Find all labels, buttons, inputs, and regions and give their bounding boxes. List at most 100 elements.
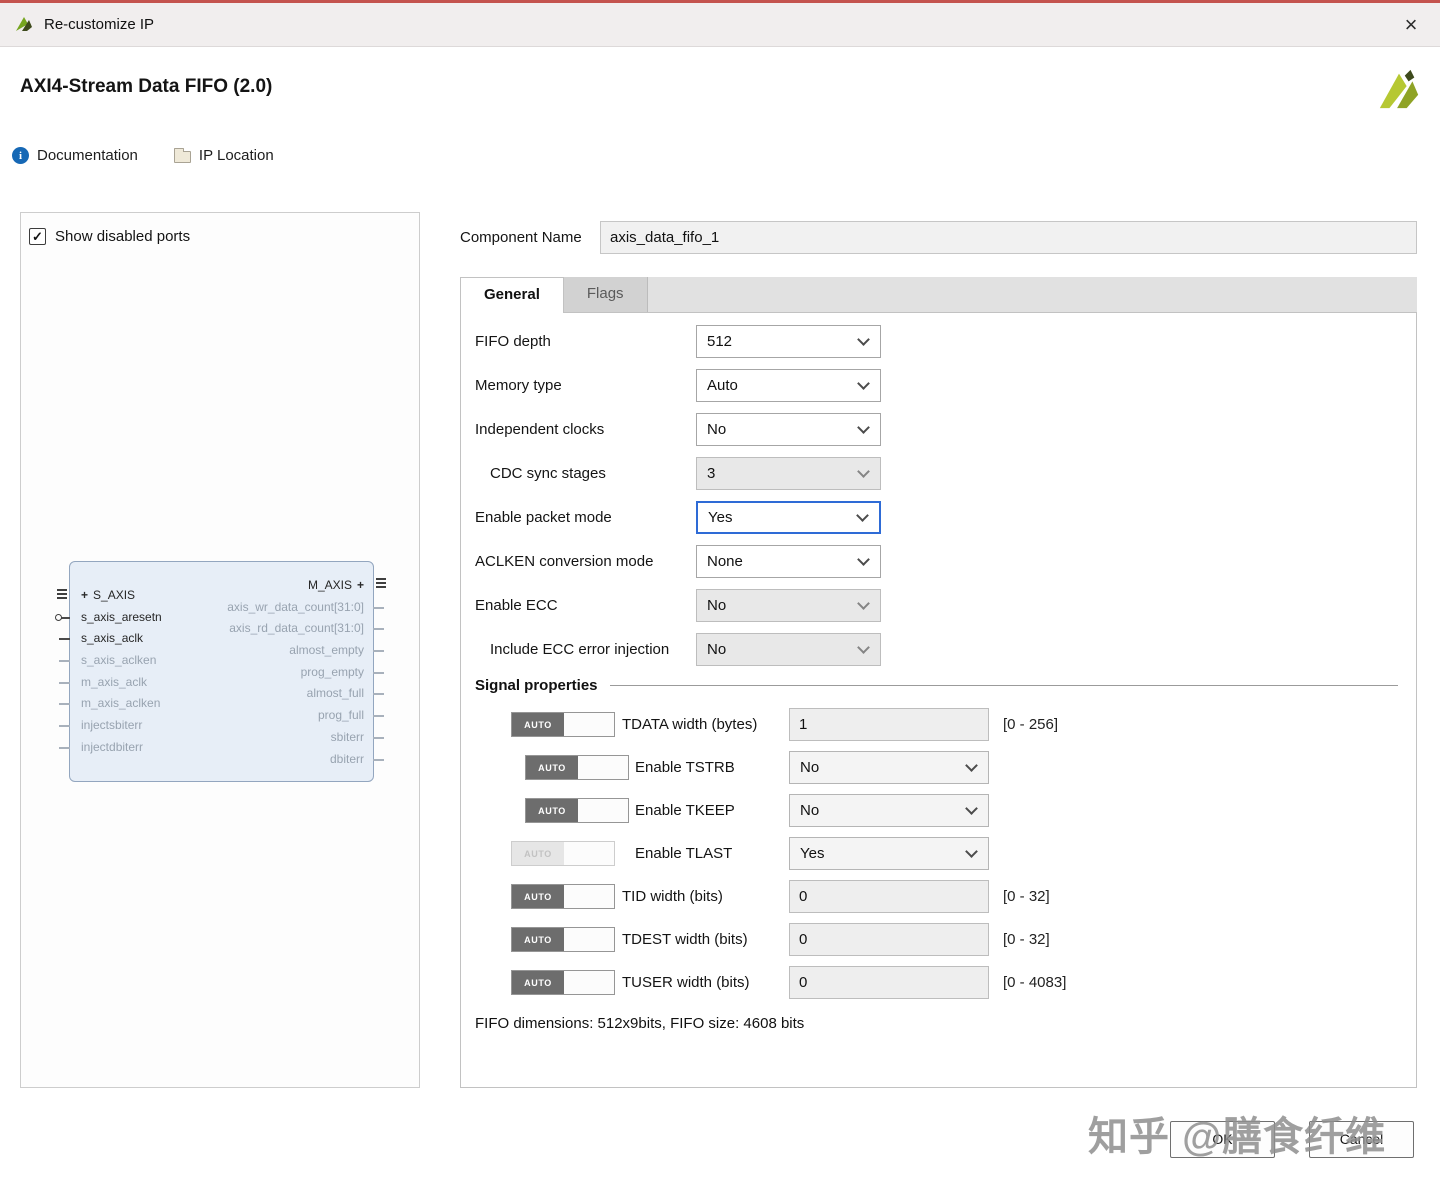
port-s-axis-aclken: s_axis_aclken: [59, 650, 162, 672]
port-almost-empty: almost_empty: [227, 640, 384, 662]
port-label: injectdbiterr: [81, 739, 144, 754]
component-name-row: Component Name: [460, 220, 1417, 254]
tdest-width-input[interactable]: [789, 923, 989, 956]
port-m-axis-aclken: m_axis_aclken: [59, 693, 162, 715]
chevron-down-icon: [857, 376, 870, 390]
tdata-width-range: [0 - 256]: [1003, 716, 1059, 733]
tid-auto-toggle[interactable]: AUTO: [511, 884, 615, 909]
expand-s-axis-icon[interactable]: +: [81, 588, 88, 602]
toolbar-links: i Documentation IP Location: [12, 147, 274, 164]
auto-toggle-label: AUTO: [512, 842, 564, 865]
aclken-conversion-mode-value: None: [707, 553, 743, 570]
fifo-dimensions-text: FIFO dimensions: 512x9bits, FIFO size: 4…: [475, 1015, 805, 1032]
port-s-axis: + S_AXIS: [81, 585, 162, 607]
include-ecc-error-injection-value: No: [707, 641, 727, 658]
tdest-width-label: TDEST width (bits): [622, 931, 748, 948]
show-disabled-ports-label: Show disabled ports: [55, 228, 191, 245]
tdest-auto-toggle[interactable]: AUTO: [511, 927, 615, 952]
tuser-width-range: [0 - 4083]: [1003, 974, 1067, 991]
tuser-width-label: TUSER width (bits): [622, 974, 750, 991]
row-enable-tlast: AUTO Enable TLAST Yes: [475, 837, 1398, 870]
row-enable-tkeep: AUTO Enable TKEEP No: [475, 794, 1398, 827]
port-m-axis-aclk: m_axis_aclk: [59, 672, 162, 694]
tdata-auto-toggle[interactable]: AUTO: [511, 712, 615, 737]
port-label: m_axis_aclken: [81, 696, 161, 711]
ok-button[interactable]: OK: [1170, 1121, 1275, 1158]
port-axis-rd-data-count: axis_rd_data_count[31:0]: [227, 618, 384, 640]
enable-tlast-select[interactable]: Yes: [789, 837, 989, 870]
chevron-down-icon: [857, 640, 870, 654]
port-label: injectsbiterr: [81, 718, 143, 733]
port-label: S_AXIS: [93, 588, 136, 602]
independent-clocks-select[interactable]: No: [696, 413, 881, 446]
tdata-width-input[interactable]: [789, 708, 989, 741]
row-tuser-width: AUTO TUSER width (bits) [0 - 4083]: [475, 966, 1398, 999]
fifo-depth-select[interactable]: 512: [696, 325, 881, 358]
chevron-down-icon: [857, 420, 870, 434]
chevron-down-icon: [965, 801, 978, 815]
component-name-input[interactable]: [600, 220, 1417, 254]
port-label: s_axis_aresetn: [81, 609, 162, 624]
ip-location-button[interactable]: IP Location: [173, 147, 274, 164]
cdc-sync-stages-select: 3: [696, 457, 881, 490]
enable-tstrb-select[interactable]: No: [789, 751, 989, 784]
tid-width-range: [0 - 32]: [1003, 888, 1050, 905]
tuser-width-input[interactable]: [789, 966, 989, 999]
field-fifo-depth: FIFO depth 512: [475, 325, 1398, 358]
port-label: prog_empty: [300, 664, 364, 679]
chevron-down-icon: [965, 844, 978, 858]
divider: [609, 685, 1398, 686]
aclken-conversion-mode-label: ACLKEN conversion mode: [475, 553, 654, 570]
chevron-down-icon: [857, 596, 870, 610]
port-sbiterr: sbiterr: [227, 727, 384, 749]
fifo-depth-value: 512: [707, 333, 733, 350]
tab-general[interactable]: General: [460, 277, 564, 313]
enable-tkeep-select[interactable]: No: [789, 794, 989, 827]
ip-block-symbol: + S_AXIS s_axis_aresetn s_axis_aclk s_axi…: [55, 561, 386, 782]
field-include-ecc-error-injection: Include ECC error injection No: [475, 633, 1398, 666]
auto-toggle-label: AUTO: [512, 971, 564, 994]
aclken-conversion-mode-select[interactable]: None: [696, 545, 881, 578]
tstrb-auto-toggle[interactable]: AUTO: [525, 755, 629, 780]
auto-toggle-label: AUTO: [512, 885, 564, 908]
port-label: almost_empty: [289, 643, 364, 658]
cancel-button[interactable]: Cancel: [1309, 1121, 1414, 1158]
right-ports-list: M_AXIS + axis_wr_data_count[31:0] axis_rd…: [227, 575, 384, 770]
enable-tlast-label: Enable TLAST: [635, 845, 733, 862]
port-label: s_axis_aclken: [81, 653, 157, 668]
documentation-button[interactable]: i Documentation: [12, 147, 138, 164]
port-label: prog_full: [317, 708, 364, 723]
enable-tkeep-value: No: [800, 802, 820, 819]
chevron-down-icon: [857, 464, 870, 478]
auto-toggle-slot: [578, 756, 628, 779]
port-label: dbiterr: [329, 751, 364, 766]
signal-properties-title: Signal properties: [475, 677, 598, 694]
tab-flags[interactable]: Flags: [563, 277, 648, 312]
row-tdest-width: AUTO TDEST width (bits) [0 - 32]: [475, 923, 1398, 956]
title-bar: Re-customize IP ×: [0, 3, 1440, 47]
row-enable-tstrb: AUTO Enable TSTRB No: [475, 751, 1398, 784]
port-m-axis: M_AXIS +: [227, 575, 364, 597]
tid-width-input[interactable]: [789, 880, 989, 913]
tuser-auto-toggle[interactable]: AUTO: [511, 970, 615, 995]
independent-clocks-value: No: [707, 421, 727, 438]
include-ecc-error-injection-label: Include ECC error injection: [490, 641, 670, 658]
expand-m-axis-icon[interactable]: +: [357, 578, 364, 592]
port-prog-full: prog_full: [227, 705, 384, 727]
row-tid-width: AUTO TID width (bits) [0 - 32]: [475, 880, 1398, 913]
close-icon[interactable]: ×: [1396, 13, 1426, 36]
field-enable-ecc: Enable ECC No: [475, 589, 1398, 622]
port-axis-wr-data-count: axis_wr_data_count[31:0]: [227, 597, 384, 619]
port-injectdbiterr: injectdbiterr: [59, 737, 162, 759]
include-ecc-error-injection-select: No: [696, 633, 881, 666]
fifo-depth-label: FIFO depth: [475, 333, 551, 350]
cdc-sync-stages-label: CDC sync stages: [490, 465, 606, 482]
show-disabled-ports-checkbox[interactable]: ✓: [29, 228, 46, 245]
enable-ecc-select: No: [696, 589, 881, 622]
enable-ecc-label: Enable ECC: [475, 597, 558, 614]
tkeep-auto-toggle[interactable]: AUTO: [525, 798, 629, 823]
memory-type-select[interactable]: Auto: [696, 369, 881, 402]
independent-clocks-label: Independent clocks: [475, 421, 605, 438]
enable-packet-mode-select[interactable]: Yes: [696, 501, 881, 534]
auto-toggle-label: AUTO: [512, 928, 564, 951]
